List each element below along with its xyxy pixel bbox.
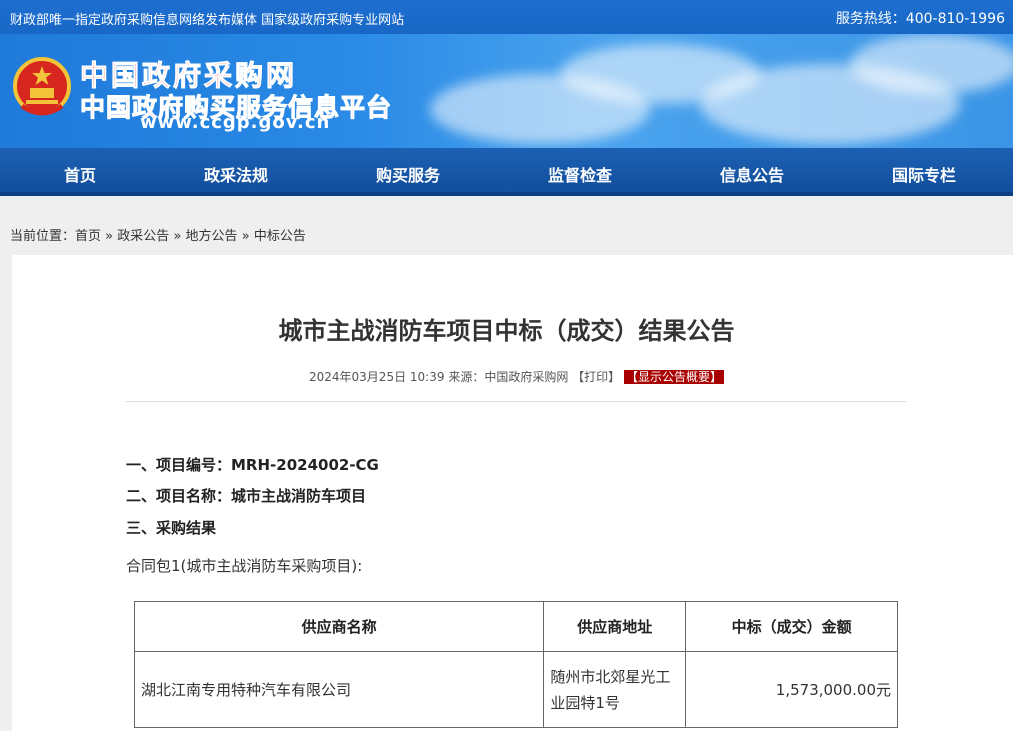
nav-item-regulations[interactable]: 政采法规 xyxy=(204,162,268,186)
breadcrumb-gov-procurement[interactable]: 政采公告 xyxy=(117,229,169,244)
nav-item-purchase-services[interactable]: 购买服务 xyxy=(376,162,440,186)
project-number: 一、项目编号：MRH-2024002-CG xyxy=(126,456,379,474)
page-title: 城市主战消防车项目中标（成交）结果公告 xyxy=(278,317,735,345)
publish-datetime: 2024年03月25日 10:39 xyxy=(309,370,445,384)
breadcrumb-separator: » xyxy=(105,229,114,244)
result-table: 供应商名称 供应商地址 中标（成交）金额 湖北江南专用特种汽车有限公司 随州市北… xyxy=(133,601,898,728)
show-summary-button[interactable]: 【显示公告概要】 xyxy=(624,370,725,384)
article-panel: 城市主战消防车项目中标（成交）结果公告 2024年03月25日 10:39 来源… xyxy=(12,255,1013,731)
breadcrumb-prefix: 当前位置： xyxy=(10,229,76,244)
supplier-name: 湖北江南专用特种汽车有限公司 xyxy=(133,651,545,728)
national-emblem-icon xyxy=(13,57,71,116)
table-header-row: 供应商名称 供应商地址 中标（成交）金额 xyxy=(133,601,898,652)
service-hotline: 服务热线：400-810-1996 xyxy=(835,11,1005,27)
col-supplier-name: 供应商名称 xyxy=(133,601,545,652)
table-row: 湖北江南专用特种汽车有限公司 随州市北郊星光工业园特1号 1,573,000.0… xyxy=(133,651,898,728)
site-banner: 中国政府采购网 中国政府购买服务信息平台 www.ccgp.gov.cn xyxy=(0,34,1013,148)
nav-item-supervision[interactable]: 监督检查 xyxy=(548,162,612,186)
top-bar: 财政部唯一指定政府采购信息网络发布媒体 国家级政府采购专业网站 服务热线：400… xyxy=(0,0,1013,34)
project-name: 二、项目名称：城市主战消防车项目 xyxy=(126,487,367,505)
print-link[interactable]: 【打印】 xyxy=(572,370,620,384)
article-meta: 2024年03月25日 10:39 来源：中国政府采购网 【打印】 【显示公告概… xyxy=(309,368,725,385)
divider xyxy=(126,401,906,402)
contract-package-label: 合同包1(城市主战消防车采购项目): xyxy=(126,557,363,575)
breadcrumb-local[interactable]: 地方公告 xyxy=(186,229,238,244)
col-supplier-address: 供应商地址 xyxy=(543,601,687,652)
article-source: 来源：中国政府采购网 xyxy=(448,370,569,384)
main-nav: 首页 政采法规 购买服务 监督检查 信息公告 国际专栏 xyxy=(0,148,1013,196)
procurement-result-heading: 三、采购结果 xyxy=(126,519,217,537)
breadcrumb: 当前位置：首页 » 政采公告 » 地方公告 » 中标公告 xyxy=(10,225,306,244)
supplier-address: 随州市北郊星光工业园特1号 xyxy=(543,651,687,728)
nav-item-international[interactable]: 国际专栏 xyxy=(892,162,956,186)
breadcrumb-separator: » xyxy=(173,229,182,244)
site-url: www.ccgp.gov.cn xyxy=(140,112,331,133)
breadcrumb-home[interactable]: 首页 xyxy=(75,229,101,244)
nav-item-announcements[interactable]: 信息公告 xyxy=(720,162,784,186)
nav-item-home[interactable]: 首页 xyxy=(64,162,96,186)
breadcrumb-award[interactable]: 中标公告 xyxy=(254,229,306,244)
breadcrumb-separator: » xyxy=(241,229,250,244)
award-amount: 1,573,000.00元 xyxy=(685,651,898,728)
site-slogan: 财政部唯一指定政府采购信息网络发布媒体 国家级政府采购专业网站 xyxy=(10,13,405,28)
col-award-amount: 中标（成交）金额 xyxy=(685,601,898,652)
